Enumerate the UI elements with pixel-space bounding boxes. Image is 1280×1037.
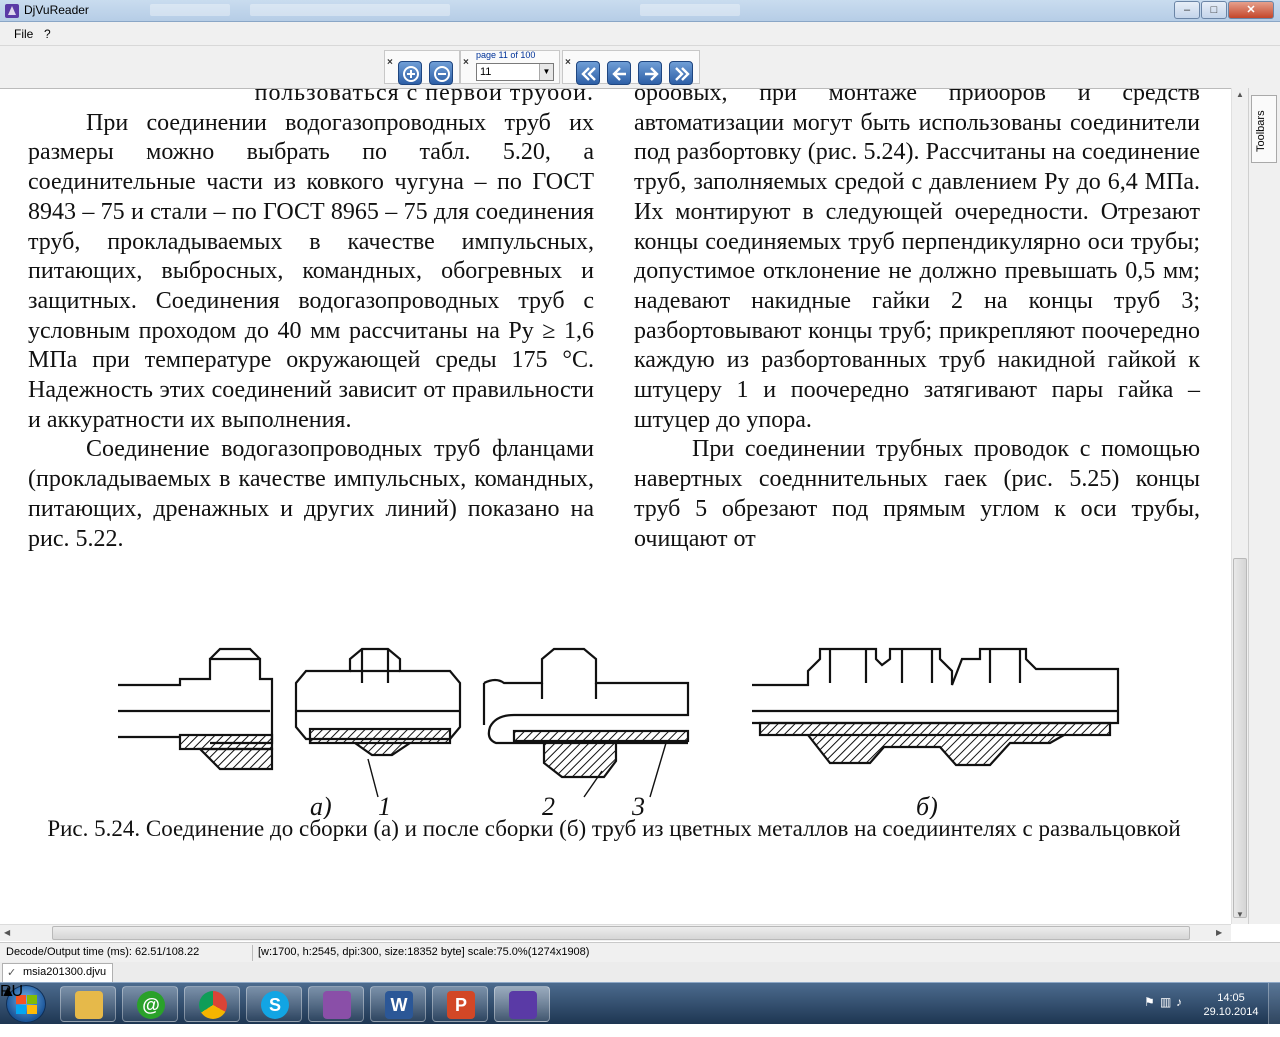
paragraph: При соединении водогазопроводных труб их… xyxy=(28,109,594,433)
taskbar-word[interactable]: W xyxy=(370,986,426,1022)
navigation-toolbar-group: × xyxy=(562,50,700,85)
chevron-down-icon[interactable]: ▼ xyxy=(539,64,553,80)
word-icon: W xyxy=(385,991,413,1019)
toolbars-tab[interactable]: Toolbars xyxy=(1251,95,1277,163)
toolbars-tab-label: Toolbars xyxy=(1255,110,1267,152)
decode-time: Decode/Output time (ms): 62.51/108.22 xyxy=(6,946,200,958)
show-desktop-button[interactable] xyxy=(1268,983,1280,1025)
right-sidebar xyxy=(1248,88,1280,924)
paragraph: ороовых, при монтаже приборов и средств … xyxy=(634,88,1200,433)
volume-icon[interactable]: ♪ xyxy=(1176,995,1182,1037)
zoom-in-button[interactable] xyxy=(398,61,422,85)
taskbar-djvureader[interactable] xyxy=(494,986,550,1022)
horizontal-scrollbar[interactable]: ◀ ▶ xyxy=(0,924,1231,941)
arrow-right-icon xyxy=(645,67,659,81)
background-title-ghost xyxy=(150,4,230,16)
background-title-ghost xyxy=(250,4,450,16)
page-indicator: page 11 of 100 xyxy=(476,50,536,60)
next-page-button[interactable] xyxy=(638,61,662,85)
maximize-button[interactable]: □ xyxy=(1201,1,1227,19)
figure-caption: Рис. 5.24. Соединение до сборки (а) и по… xyxy=(47,816,1181,841)
menu-bar: File ? xyxy=(0,22,1280,46)
at-sign-icon: @ xyxy=(137,991,165,1019)
clock-date: 29.10.2014 xyxy=(1203,1006,1259,1018)
taskbar-explorer[interactable] xyxy=(60,986,116,1022)
zoom-out-button[interactable] xyxy=(429,61,453,85)
document-tab-bar: ✓ msia201300.djvu xyxy=(0,962,1280,982)
toolbar-close-x[interactable]: × xyxy=(387,57,393,68)
menu-help[interactable]: ? xyxy=(44,27,51,41)
first-page-button[interactable] xyxy=(576,61,600,85)
toolbar-close-x[interactable]: × xyxy=(463,57,469,68)
paragraph: При соединении трубных проводок с помощь… xyxy=(634,436,1200,552)
powerpoint-icon: P xyxy=(447,991,475,1019)
window-title: DjVuReader xyxy=(24,3,89,17)
taskbar-winrar[interactable] xyxy=(308,986,364,1022)
last-page-icon xyxy=(675,67,690,81)
chrome-icon xyxy=(199,991,227,1019)
check-icon: ✓ xyxy=(7,967,17,979)
left-text-column: пользоваться с первой трубой. При соедин… xyxy=(28,88,594,554)
toolbar-close-x[interactable]: × xyxy=(565,57,571,68)
network-icon[interactable]: ▥ xyxy=(1160,995,1171,1037)
zoom-out-icon xyxy=(434,66,450,82)
clock[interactable]: 14:05 29.10.2014 xyxy=(1196,991,1266,1019)
taskbar-mail-agent[interactable]: @ xyxy=(122,986,178,1022)
page-select-value: 11 xyxy=(480,66,492,78)
pipe-connector-figure: а) 1 2 3 б) xyxy=(118,647,1120,819)
scroll-left-icon[interactable]: ◀ xyxy=(4,928,10,937)
menu-file[interactable]: File xyxy=(14,27,33,41)
folder-icon xyxy=(75,991,103,1019)
page-select[interactable]: 11 ▼ xyxy=(476,63,554,81)
document-tab[interactable]: ✓ msia201300.djvu xyxy=(2,963,114,982)
djvureader-icon xyxy=(509,991,537,1019)
vertical-scrollbar[interactable]: ▲ ▼ xyxy=(1231,88,1248,924)
status-separator xyxy=(252,945,253,961)
close-button[interactable]: ✕ xyxy=(1228,1,1274,19)
taskbar-powerpoint[interactable]: P xyxy=(432,986,488,1022)
taskbar: @ S W P RU ▲ ⚑ ▥ ♪ 14:05 29.10.2014 xyxy=(0,982,1280,1025)
scroll-down-icon[interactable]: ▼ xyxy=(1236,910,1244,919)
paragraph: пользоваться с первой трубой. xyxy=(254,88,594,106)
vertical-scroll-thumb[interactable] xyxy=(1233,558,1247,918)
horizontal-scroll-thumb[interactable] xyxy=(52,926,1190,940)
page-info: [w:1700, h:2545, dpi:300, size:18352 byt… xyxy=(258,946,590,958)
document-view[interactable]: пользоваться с первой трубой. При соедин… xyxy=(0,88,1248,924)
taskbar-skype[interactable]: S xyxy=(246,986,302,1022)
toolbar: × × × xyxy=(0,46,1280,88)
djvureader-icon xyxy=(5,4,19,18)
document-tab-label: msia201300.djvu xyxy=(23,966,107,978)
title-bar: DjVuReader – □ ✕ xyxy=(0,0,1280,22)
taskbar-chrome[interactable] xyxy=(184,986,240,1022)
scroll-right-icon[interactable]: ▶ xyxy=(1216,928,1222,937)
zoom-toolbar-group: × xyxy=(384,50,460,85)
status-bar: Decode/Output time (ms): 62.51/108.22 [w… xyxy=(0,942,1280,962)
flag-icon[interactable]: ⚑ xyxy=(1144,995,1155,1037)
right-text-column: ороовых, при монтаже приборов и средств … xyxy=(634,88,1200,554)
previous-page-button[interactable] xyxy=(607,61,631,85)
first-page-icon xyxy=(581,67,596,81)
winrar-icon xyxy=(323,991,351,1019)
minimize-button[interactable]: – xyxy=(1174,1,1200,19)
scroll-up-icon[interactable]: ▲ xyxy=(1236,90,1244,99)
background-title-ghost xyxy=(640,4,740,16)
paragraph: Соединение водогазопроводных труб фланца… xyxy=(28,436,594,552)
last-page-button[interactable] xyxy=(669,61,693,85)
clock-time: 14:05 xyxy=(1217,992,1245,1004)
arrow-left-icon xyxy=(612,67,626,81)
zoom-in-icon xyxy=(403,66,419,82)
show-hidden-icons-icon[interactable]: ▲ xyxy=(0,983,16,1025)
skype-icon: S xyxy=(261,991,289,1019)
